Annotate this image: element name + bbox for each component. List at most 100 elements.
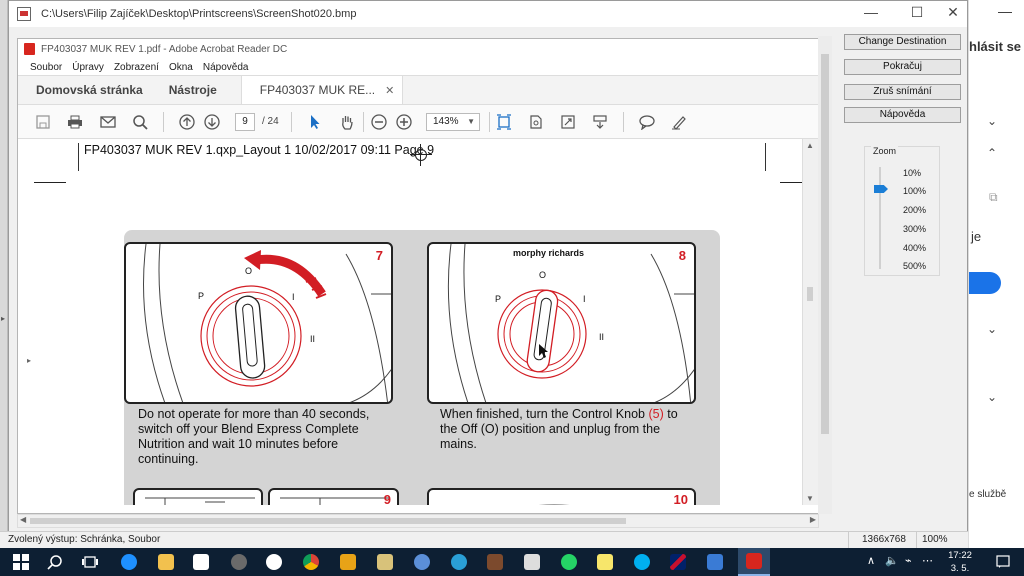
scroll-up-icon[interactable]: ▲ (806, 141, 814, 150)
print-icon[interactable] (66, 113, 84, 131)
app-icon[interactable] (337, 552, 359, 572)
skype-icon[interactable] (631, 552, 653, 572)
knob-label-pulse: P (495, 294, 501, 304)
hp-icon[interactable] (263, 552, 285, 572)
zoom-slider-track[interactable] (879, 167, 881, 269)
continue-button[interactable]: Pokračuj (844, 59, 961, 75)
highlight-pen-icon[interactable] (670, 113, 688, 131)
zoom-option-200[interactable]: 200% (903, 205, 926, 215)
app-icon[interactable] (484, 552, 506, 572)
task-view-icon[interactable] (79, 552, 101, 572)
outer-vertical-scrollbar[interactable] (818, 36, 832, 514)
tab-bar: Domovská stránka Nástroje FP403037 MUK R… (18, 75, 818, 105)
zoom-in-icon[interactable] (395, 113, 413, 131)
speaker-icon[interactable]: 🔈 (885, 554, 899, 567)
chevron-down-icon[interactable]: ⌄ (987, 322, 997, 336)
search-icon[interactable] (131, 113, 149, 131)
maximize-button[interactable]: ☐ (902, 4, 932, 21)
scrollbar-thumb[interactable] (807, 287, 813, 301)
zoom-option-400[interactable]: 400% (903, 243, 926, 253)
whatsapp-icon[interactable] (558, 552, 580, 572)
left-window-strip: ▸ (0, 0, 8, 548)
calculator-icon[interactable] (521, 552, 543, 572)
scrollbar-thumb[interactable] (821, 54, 829, 434)
chevron-down-icon[interactable]: ⌄ (987, 114, 997, 128)
bg-minimize-icon[interactable]: — (990, 3, 1020, 19)
select-cursor-icon[interactable] (306, 113, 324, 131)
zoom-option-100[interactable]: 100% (903, 186, 926, 196)
zoom-label: Zoom (871, 146, 899, 156)
scroll-right-icon[interactable]: ▶ (810, 515, 816, 524)
zoom-slider-thumb[interactable] (874, 185, 888, 193)
app-icon[interactable] (374, 552, 396, 572)
previous-page-icon[interactable] (178, 113, 196, 131)
tab-document[interactable]: FP403037 MUK RE... ✕ (240, 76, 404, 104)
file-explorer-icon[interactable] (155, 552, 177, 572)
app-icon[interactable] (228, 552, 250, 572)
windows-start-icon[interactable] (10, 552, 32, 572)
knob-label-two: II (310, 334, 315, 344)
vertical-scrollbar[interactable]: ▲ ▼ (802, 139, 818, 505)
scroll-left-icon[interactable]: ◀ (20, 515, 26, 524)
next-page-icon[interactable] (203, 113, 221, 131)
close-button[interactable]: ✕ (938, 4, 968, 21)
minimize-button[interactable]: — (856, 4, 886, 20)
fit-page-icon[interactable] (495, 113, 513, 131)
uk-flag-icon[interactable] (667, 552, 689, 572)
acrobat-taskbar-icon[interactable] (738, 548, 770, 576)
chevron-right-icon[interactable]: ▸ (27, 356, 31, 365)
network-icon[interactable]: ⌁ (905, 554, 912, 567)
rotate-icon[interactable] (527, 113, 545, 131)
menu-okna[interactable]: Okna (169, 62, 193, 73)
full-screen-icon[interactable] (559, 113, 577, 131)
scroll-down-icon[interactable]: ▼ (806, 494, 814, 503)
menu-napoveda[interactable]: Nápověda (203, 62, 249, 73)
knob-label-one: I (583, 294, 586, 304)
change-destination-button[interactable]: Change Destination (844, 34, 961, 50)
zoom-group: Zoom 10% 100% 200% 300% 400% 500% (864, 146, 940, 276)
crop-mark (780, 182, 802, 183)
close-tab-icon[interactable]: ✕ (385, 84, 394, 97)
notifications-icon[interactable] (992, 552, 1014, 572)
internet-explorer-icon[interactable] (448, 552, 470, 572)
chevron-down-icon[interactable]: ⌄ (987, 390, 997, 404)
app-icon[interactable] (704, 552, 726, 572)
wifi-icon[interactable]: ⋯ (922, 554, 933, 567)
clock[interactable]: 17:22 3. 5. 2017 (940, 549, 980, 576)
help-button[interactable]: Nápověda (844, 107, 961, 123)
scrollbar-thumb[interactable] (30, 518, 626, 524)
zoom-select[interactable]: 143% ▼ (426, 113, 480, 131)
chevron-right-icon[interactable]: ▸ (1, 314, 5, 323)
bg-blue-button[interactable] (969, 272, 1001, 294)
tray-arrow-icon[interactable]: ∧ (867, 554, 875, 567)
comment-icon[interactable] (638, 113, 656, 131)
chevron-up-icon[interactable]: ⌃ (987, 146, 997, 160)
knob-label-two: II (599, 332, 604, 342)
tab-home[interactable]: Domovská stránka (18, 76, 156, 104)
horizontal-scrollbar[interactable]: ◀ ▶ (17, 514, 819, 528)
hand-tool-icon[interactable] (338, 113, 356, 131)
page-number-input[interactable]: 9 (235, 113, 255, 131)
cancel-capture-button[interactable]: Zruš snímání (844, 84, 961, 100)
tab-tools[interactable]: Nástroje (156, 76, 241, 104)
chrome-icon[interactable] (300, 552, 322, 572)
menu-soubor[interactable]: Soubor (30, 62, 62, 73)
zoom-option-500[interactable]: 500% (903, 261, 926, 271)
search-icon[interactable] (44, 552, 66, 572)
zoom-option-10[interactable]: 10% (903, 168, 921, 178)
mail-icon[interactable] (99, 113, 117, 131)
edge-icon[interactable] (118, 552, 140, 572)
menu-zobrazeni[interactable]: Zobrazení (114, 62, 159, 73)
globe-icon[interactable] (411, 552, 433, 572)
scroll-mode-icon[interactable] (591, 113, 609, 131)
zoom-out-icon[interactable] (370, 113, 388, 131)
sticky-notes-icon[interactable] (594, 552, 616, 572)
acrobat-window: FP403037 MUK REV 1.pdf - Adobe Acrobat R… (17, 38, 819, 514)
zoom-option-300[interactable]: 300% (903, 224, 926, 234)
window-title: C:\Users\Filip Zajíček\Desktop\Printscre… (41, 8, 357, 20)
tab-document-label: FP403037 MUK RE... (259, 83, 376, 97)
document-viewport[interactable]: FP403037 MUK REV 1.qxp_Layout 1 10/02/20… (18, 139, 802, 505)
save-icon[interactable] (34, 113, 52, 131)
menu-upravy[interactable]: Úpravy (72, 62, 104, 73)
store-icon[interactable] (190, 552, 212, 572)
